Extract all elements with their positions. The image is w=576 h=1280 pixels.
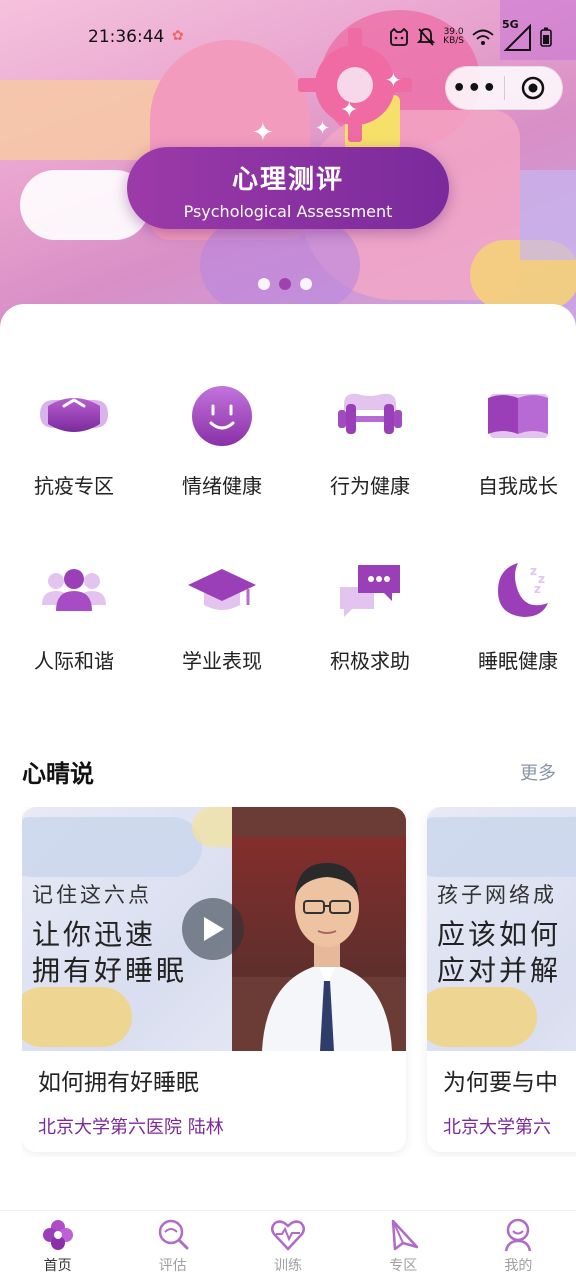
category-label: 自我成长 xyxy=(478,474,558,498)
tab-label: 评估 xyxy=(158,1258,187,1274)
tab-label: 训练 xyxy=(274,1258,302,1274)
category-label: 抗疫专区 xyxy=(34,474,114,498)
category-item-seek-help[interactable]: 积极求助 xyxy=(296,551,444,674)
video-speaker: 北京大学第六 xyxy=(443,1117,551,1138)
battery-icon xyxy=(540,27,552,47)
category-label: 情绪健康 xyxy=(182,474,262,498)
sparkle-icon: ✦ xyxy=(385,68,402,92)
video-thumbnail[interactable]: 孩子网络成 应该如何 应对并解 xyxy=(427,807,576,1051)
thumbnail-caption-line2: 应对并解 xyxy=(437,954,562,987)
category-item-emotional-health[interactable]: 情绪健康 xyxy=(148,376,296,499)
app-notification-icon: ✿ xyxy=(172,28,184,44)
moon-sleep-icon: z z z xyxy=(498,563,548,617)
paper-plane-icon xyxy=(391,1219,419,1251)
category-item-sleep-health[interactable]: z z z 睡眠健康 xyxy=(444,551,576,674)
category-grid: 抗疫专区 情绪健康 行为健康 自我成长 人际和谐 学业表现 积极求助 z z z… xyxy=(0,376,576,674)
thumbnail-caption-line1: 应该如何 xyxy=(437,918,562,951)
section-title: 心晴说 xyxy=(22,760,94,788)
chat-bubbles-icon xyxy=(340,565,400,617)
sparkle-icon: ✦ xyxy=(340,98,359,123)
graduation-cap-icon xyxy=(188,569,256,610)
signal-icon xyxy=(503,23,531,51)
tab-label: 首页 xyxy=(43,1258,72,1274)
magnifier-icon xyxy=(158,1219,189,1250)
banner-subtitle: Psychological Assessment xyxy=(183,202,393,221)
banner-title-pill[interactable]: 心理测评 Psychological Assessment xyxy=(127,147,449,229)
net-speed-unit: KB/S xyxy=(443,36,464,46)
bottom-tab-bar: 首页 评估 训练 专区 我的 xyxy=(0,1210,576,1280)
banner-title: 心理测评 xyxy=(231,165,344,195)
carousel-indicator xyxy=(258,278,312,290)
category-item-self-growth[interactable]: 自我成长 xyxy=(444,376,576,499)
speaker-portrait xyxy=(262,863,392,1051)
section-header: 心晴说 更多 xyxy=(22,754,556,789)
sparkle-icon: ✦ xyxy=(252,118,274,148)
video-card[interactable]: 记住这六点 让你迅速 拥有好睡眠 如何拥有好睡眠 北京大学第六医院 陆林 xyxy=(22,807,406,1152)
thumbnail-caption-small: 记住这六点 xyxy=(32,883,152,907)
home-flower-icon xyxy=(42,1220,73,1250)
video-title: 为何要与中 xyxy=(443,1070,558,1096)
thumbnail-caption-line1: 让你迅速 xyxy=(32,918,157,951)
carousel-dot[interactable] xyxy=(258,278,270,290)
category-label: 睡眠健康 xyxy=(478,649,558,673)
thumbnail-decoration xyxy=(427,817,576,877)
tab-label: 专区 xyxy=(389,1258,418,1274)
category-label: 积极求助 xyxy=(330,649,410,673)
tab-label: 我的 xyxy=(504,1258,533,1274)
status-time: 21:36:44 xyxy=(88,27,165,47)
carousel-dot-active[interactable] xyxy=(279,278,291,290)
target-close-icon xyxy=(521,76,545,100)
tab-training[interactable]: 训练 xyxy=(230,1211,345,1280)
carousel-dot[interactable] xyxy=(300,278,312,290)
video-speaker: 北京大学第六医院 陆林 xyxy=(38,1117,224,1138)
category-item-academic[interactable]: 学业表现 xyxy=(148,551,296,674)
svg-text:z: z xyxy=(534,582,541,596)
category-item-interpersonal[interactable]: 人际和谐 xyxy=(0,551,148,674)
video-card-scroller[interactable]: 记住这六点 让你迅速 拥有好睡眠 如何拥有好睡眠 北京大学第六医院 陆林 孩子网… xyxy=(22,807,576,1157)
tab-mine[interactable]: 我的 xyxy=(461,1211,576,1280)
video-thumbnail[interactable]: 记住这六点 让你迅速 拥有好睡眠 xyxy=(22,807,406,1051)
status-icons: 39.0 KB/S 5G xyxy=(389,18,552,52)
play-button[interactable] xyxy=(182,898,244,960)
more-menu-button[interactable]: ••• xyxy=(446,76,504,101)
category-label: 学业表现 xyxy=(182,649,262,673)
close-miniprogram-button[interactable] xyxy=(504,75,562,101)
bell-muted-icon xyxy=(417,28,436,46)
category-label: 人际和谐 xyxy=(34,649,114,673)
book-icon xyxy=(488,394,548,438)
thumbnail-decoration xyxy=(22,817,202,877)
category-label: 行为健康 xyxy=(330,474,410,498)
thumbnail-decoration xyxy=(22,987,132,1047)
category-item-anti-epidemic[interactable]: 抗疫专区 xyxy=(0,376,148,499)
signal-5g: 5G xyxy=(502,18,532,52)
thumbnail-decoration xyxy=(427,987,537,1047)
status-bar: 21:36:44 ✿ 39.0 KB/S 5G xyxy=(0,0,576,70)
cat-face-icon xyxy=(390,28,409,46)
thumbnail-caption-line2: 拥有好睡眠 xyxy=(32,954,188,987)
sparkle-icon: ✦ xyxy=(315,118,331,139)
thumbnail-caption-small: 孩子网络成 xyxy=(437,883,557,907)
wifi-icon xyxy=(472,29,494,45)
app-root: ✦ ✦ ✦ ✦ 心理测评 Psychological Assessment 21… xyxy=(0,0,576,1280)
user-icon xyxy=(505,1218,532,1252)
video-title: 如何拥有好睡眠 xyxy=(38,1070,199,1096)
net-speed: 39.0 KB/S xyxy=(443,28,464,46)
tab-assessment[interactable]: 评估 xyxy=(115,1211,230,1280)
svg-text:z: z xyxy=(530,564,537,578)
tab-home[interactable]: 首页 xyxy=(0,1211,115,1280)
banner-decoration xyxy=(520,170,576,260)
section-more-link[interactable]: 更多 xyxy=(520,759,556,785)
heartbeat-icon xyxy=(271,1220,305,1251)
miniprogram-capsule: ••• xyxy=(445,66,563,110)
main-content: 抗疫专区 情绪健康 行为健康 自我成长 人际和谐 学业表现 积极求助 z z z… xyxy=(0,304,576,1224)
smile-icon xyxy=(192,386,252,446)
people-icon xyxy=(42,569,106,611)
play-icon xyxy=(204,917,224,941)
category-item-behavioral-health[interactable]: 行为健康 xyxy=(296,376,444,499)
mask-icon xyxy=(40,398,108,432)
banner-decoration xyxy=(200,220,360,310)
dumbbell-icon xyxy=(338,393,402,434)
tab-zone[interactable]: 专区 xyxy=(346,1211,461,1280)
video-card[interactable]: 孩子网络成 应该如何 应对并解 为何要与中 北京大学第六 xyxy=(427,807,576,1152)
